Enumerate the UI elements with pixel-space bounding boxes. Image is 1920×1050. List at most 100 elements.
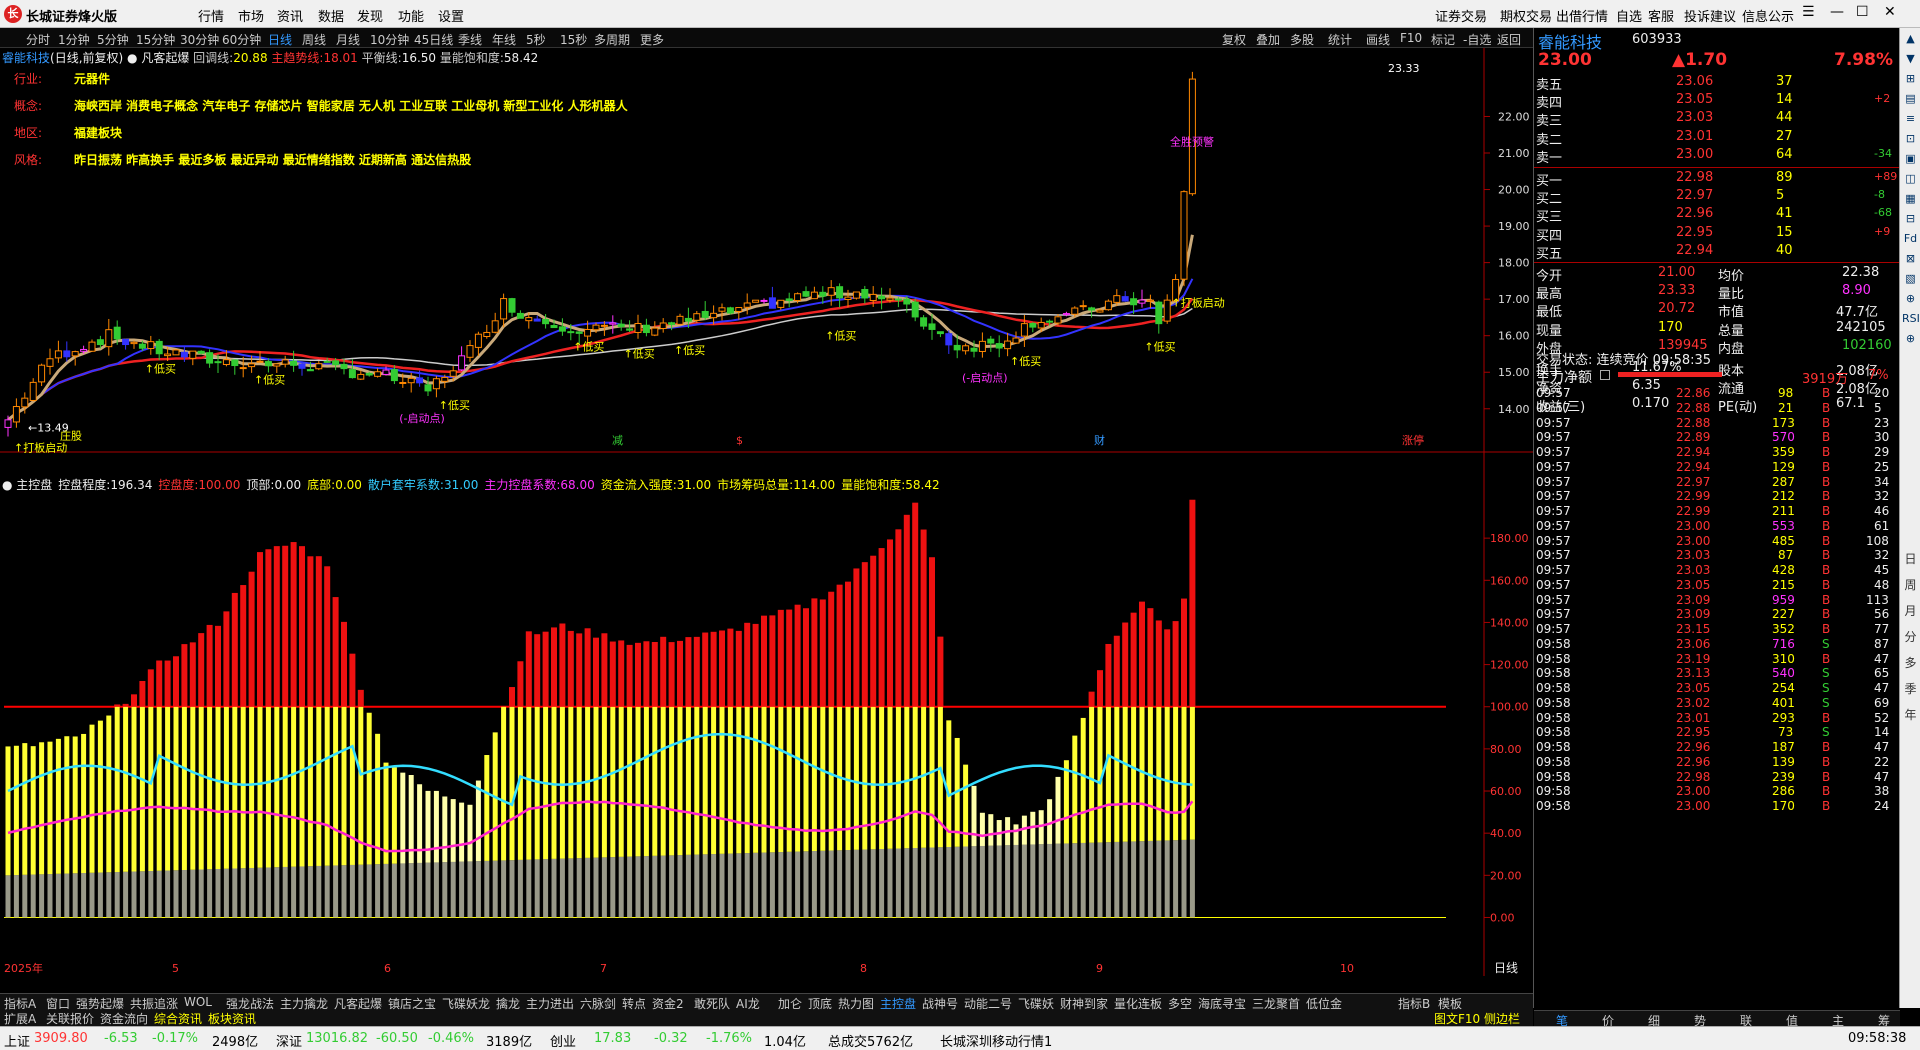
sidebar-period-6[interactable]: 年 — [1902, 706, 1919, 723]
menu-1[interactable]: 市场 — [238, 6, 264, 25]
sidebar-period-0[interactable]: 日 — [1902, 550, 1919, 567]
period-10[interactable]: 45日线 — [414, 31, 453, 48]
menu-6[interactable]: 设置 — [438, 6, 464, 25]
ext-tab-4[interactable]: 板块资讯 — [208, 1010, 256, 1027]
period-13[interactable]: 5秒 — [526, 31, 546, 48]
period-4[interactable]: 30分钟 — [180, 31, 219, 48]
tool-5[interactable]: F10 — [1400, 31, 1422, 45]
sidebar-icon-1[interactable]: ▼ — [1902, 52, 1919, 65]
ask-row[interactable]: 卖四 23.05 14 +2 — [1536, 92, 1896, 111]
sidebar-icon-13[interactable]: ⊕ — [1902, 292, 1919, 305]
tick-volume: 293 — [1772, 710, 1795, 725]
sidebar-icon-3[interactable]: ▤ — [1902, 92, 1919, 105]
period-16[interactable]: 更多 — [640, 31, 664, 48]
tick-volume: 215 — [1772, 577, 1795, 592]
sidebar-icon-15[interactable]: ⊕ — [1902, 332, 1919, 345]
sub-bar — [207, 706, 213, 870]
sidebar-period-4[interactable]: 多 — [1902, 654, 1919, 671]
right-menu-0[interactable]: 证券交易 — [1435, 6, 1487, 25]
period-3[interactable]: 15分钟 — [136, 31, 175, 48]
close-icon[interactable]: ✕ — [1884, 4, 1896, 20]
stat-value-2: 242105 — [1836, 319, 1886, 335]
menu-0[interactable]: 行情 — [198, 6, 224, 25]
chart-canvas[interactable]: 22.00 21.00 20.00 19.00 18.00 17.00 16.00 15.00… — [0, 48, 1533, 976]
ask-row[interactable]: 卖二 23.01 27 — [1536, 129, 1896, 148]
ext-tab-1[interactable]: 关联报价 — [46, 1010, 94, 1027]
tool-1[interactable]: 叠加 — [1256, 31, 1280, 48]
maximize-icon[interactable]: ☐ — [1856, 4, 1869, 20]
menu-icon[interactable]: ☰ — [1802, 4, 1815, 20]
menu-4[interactable]: 发现 — [357, 6, 383, 25]
sidebar-icon-6[interactable]: ▣ — [1902, 152, 1919, 165]
ext-tab-3[interactable]: 综合资讯 — [154, 1010, 202, 1027]
bid-row[interactable]: 买四 22.95 15 +9 — [1536, 225, 1896, 244]
sub-indicator-name[interactable]: ● 主控盘 — [2, 478, 52, 492]
period-12[interactable]: 年线 — [492, 31, 516, 48]
right-menu-2[interactable]: 出借行情 — [1556, 6, 1608, 25]
minimize-icon[interactable]: — — [1830, 4, 1844, 20]
sidebar-icon-5[interactable]: ⊡ — [1902, 132, 1919, 145]
menu-3[interactable]: 数据 — [318, 6, 344, 25]
bid-row[interactable]: 买二 22.97 5 -8 — [1536, 188, 1896, 207]
tool-8[interactable]: 返回 — [1497, 31, 1521, 48]
sidebar-period-5[interactable]: 季 — [1902, 680, 1919, 697]
sub-bar-base — [47, 874, 53, 918]
sidebar-period-3[interactable]: 分 — [1902, 628, 1919, 645]
sub-tick: 80.00 — [1490, 743, 1522, 756]
right-footer-0[interactable]: 图文F10 — [1434, 1010, 1480, 1027]
right-menu-5[interactable]: 投诉建议 — [1684, 6, 1736, 25]
sidebar-icon-10[interactable]: Fd — [1902, 232, 1919, 245]
tool-4[interactable]: 画线 — [1366, 31, 1390, 48]
tool-3[interactable]: 统计 — [1328, 31, 1352, 48]
candle — [500, 298, 508, 320]
tool-6[interactable]: 标记 — [1431, 31, 1455, 48]
period-9[interactable]: 10分钟 — [370, 31, 409, 48]
sidebar-icon-7[interactable]: ◫ — [1902, 172, 1919, 185]
right-footer-1[interactable]: 侧边栏 — [1484, 1010, 1520, 1027]
right-menu-1[interactable]: 期权交易 — [1500, 6, 1552, 25]
sidebar-icon-14[interactable]: RSI — [1902, 312, 1920, 325]
period-0[interactable]: 分时 — [26, 31, 50, 48]
sub-bar-red — [315, 556, 322, 707]
right-menu-3[interactable]: 自选 — [1616, 6, 1642, 25]
right-menu-6[interactable]: 信息公示 — [1742, 6, 1794, 25]
sidebar-icon-11[interactable]: ⊠ — [1902, 252, 1919, 265]
period-15[interactable]: 多周期 — [594, 31, 630, 48]
period-5[interactable]: 60分钟 — [222, 31, 261, 48]
indicator-name[interactable]: ● 凡客起爆 — [127, 51, 189, 65]
sidebar-icon-12[interactable]: ▧ — [1902, 272, 1919, 285]
period-6[interactable]: 日线 — [268, 31, 292, 48]
tool-2[interactable]: 多股 — [1290, 31, 1314, 48]
sidebar-icon-9[interactable]: ⊟ — [1902, 212, 1919, 225]
sidebar-icon-2[interactable]: ⊞ — [1902, 72, 1919, 85]
sidebar-icon-0[interactable]: ▲ — [1902, 32, 1919, 45]
net-toggle-icon[interactable] — [1600, 370, 1610, 380]
bid-row[interactable]: 买三 22.96 41 -68 — [1536, 206, 1896, 225]
tab-4[interactable]: WOL — [184, 995, 212, 1009]
sidebar-icon-8[interactable]: ▦ — [1902, 192, 1919, 205]
right-menu-4[interactable]: 客服 — [1648, 6, 1674, 25]
tool-0[interactable]: 复权 — [1222, 31, 1246, 48]
menu-5[interactable]: 功能 — [398, 6, 424, 25]
ask-row[interactable]: 卖一 23.00 64 -34 — [1536, 147, 1896, 166]
period-2[interactable]: 5分钟 — [97, 31, 129, 48]
tick-time: 09:57 — [1536, 592, 1571, 607]
sidebar-period-2[interactable]: 月 — [1902, 602, 1919, 619]
period-8[interactable]: 月线 — [336, 31, 360, 48]
sidebar-period-1[interactable]: 周 — [1902, 576, 1919, 593]
bid-row[interactable]: 买一 22.98 89 +89 — [1536, 170, 1897, 189]
period-14[interactable]: 15秒 — [560, 31, 587, 48]
sub-bar-base — [1114, 841, 1120, 918]
candle — [96, 339, 104, 346]
period-7[interactable]: 周线 — [302, 31, 326, 48]
menu-2[interactable]: 资讯 — [277, 6, 303, 25]
period-1[interactable]: 1分钟 — [58, 31, 90, 48]
tool-7[interactable]: -自选 — [1463, 31, 1491, 48]
ask-row[interactable]: 卖五 23.06 37 — [1536, 74, 1896, 93]
ext-tab-0[interactable]: 扩展A — [4, 1010, 36, 1027]
ask-row[interactable]: 卖三 23.03 44 — [1536, 110, 1896, 129]
period-11[interactable]: 季线 — [458, 31, 482, 48]
ext-tab-2[interactable]: 资金流向 — [100, 1010, 148, 1027]
bid-row[interactable]: 买五 22.94 40 — [1536, 243, 1896, 262]
sidebar-icon-4[interactable]: ≡ — [1902, 112, 1919, 125]
